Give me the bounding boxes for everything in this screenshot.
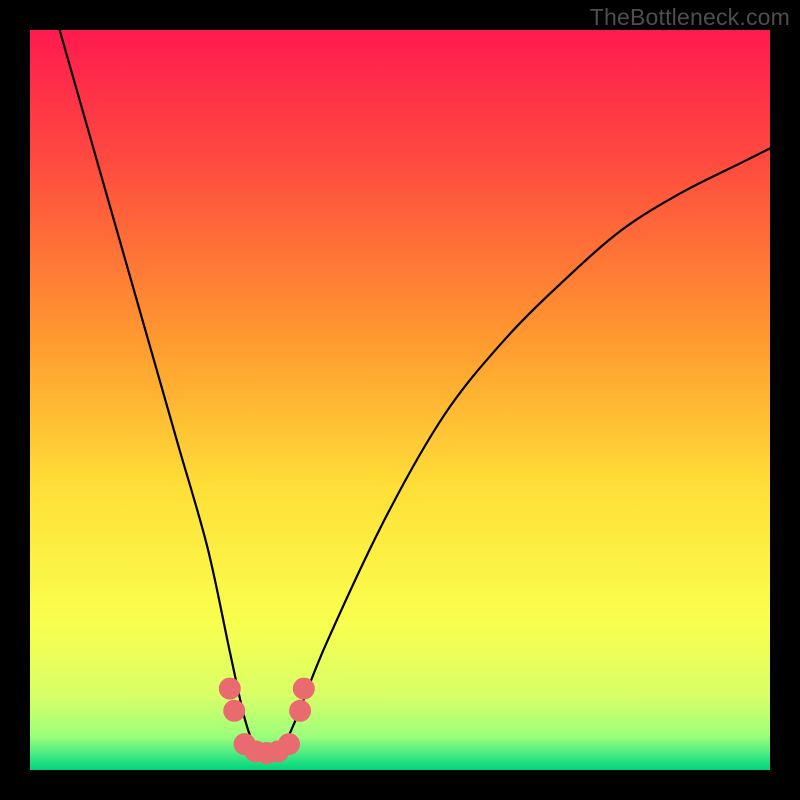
highlight-dot — [293, 678, 315, 700]
highlight-dot — [278, 733, 300, 755]
highlight-dot — [223, 700, 245, 722]
plot-area — [30, 30, 770, 770]
bottleneck-chart — [30, 30, 770, 770]
highlight-dot — [289, 700, 311, 722]
highlight-dot — [219, 678, 241, 700]
chart-frame: TheBottleneck.com — [0, 0, 800, 800]
gradient-background — [30, 30, 770, 770]
watermark-text: TheBottleneck.com — [590, 4, 790, 31]
